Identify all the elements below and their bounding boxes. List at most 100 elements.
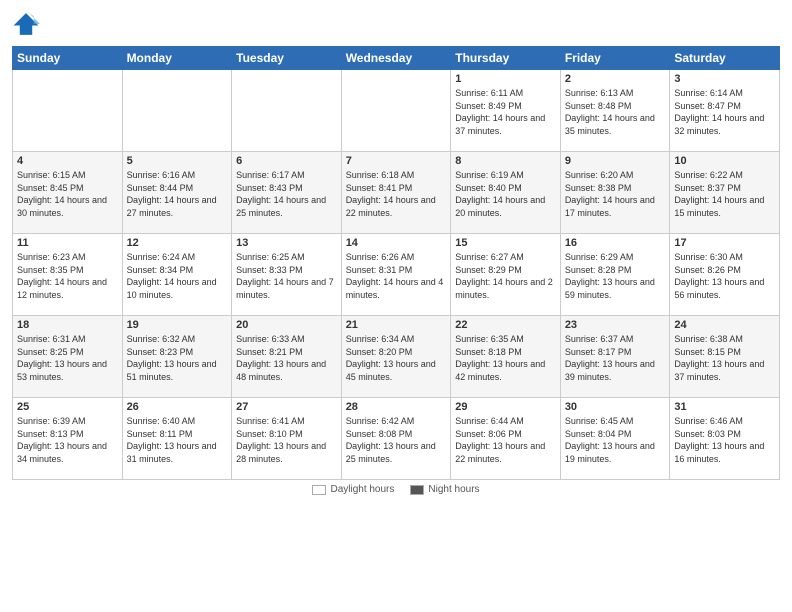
day-info: Sunrise: 6:22 AMSunset: 8:37 PMDaylight:…: [674, 169, 775, 219]
calendar-cell: 13 Sunrise: 6:25 AMSunset: 8:33 PMDayligh…: [232, 234, 342, 316]
calendar-row-2: 4Sunrise: 6:15 AMSunset: 8:45 PMDaylight…: [13, 152, 780, 234]
day-info: Sunrise: 6:29 AMSunset: 8:28 PMDaylight:…: [565, 251, 666, 301]
day-number: 9: [565, 155, 666, 167]
calendar-cell: 3 Sunrise: 6:14 AMSunset: 8:47 PMDaylight…: [670, 70, 780, 152]
calendar-cell: 27Sunrise: 6:41 AMSunset: 8:10 PMDayligh…: [232, 398, 342, 480]
day-number: 8: [455, 155, 556, 167]
calendar-body: 1 Sunrise: 6:11 AMSunset: 8:49 PMDaylight…: [13, 70, 780, 480]
day-number: 13: [236, 237, 337, 249]
day-info: Sunrise: 6:14 AMSunset: 8:47 PMDaylight:…: [674, 87, 775, 137]
calendar-cell: 26 Sunrise: 6:40 AMSunset: 8:11 PMDayligh…: [122, 398, 232, 480]
calendar-cell: 1 Sunrise: 6:11 AMSunset: 8:49 PMDaylight…: [451, 70, 561, 152]
calendar-cell: [232, 70, 342, 152]
day-info: Sunrise: 6:35 AMSunset: 8:18 PMDaylight:…: [455, 333, 556, 383]
day-number: 3: [674, 73, 775, 85]
calendar-cell: 18Sunrise: 6:31 AMSunset: 8:25 PMDayligh…: [13, 316, 123, 398]
day-number: 23: [565, 319, 666, 331]
legend-night: Night hours: [410, 484, 479, 495]
day-info: Sunrise: 6:27 AMSunset: 8:29 PMDaylight:…: [455, 251, 556, 301]
calendar-cell: 12Sunrise: 6:24 AMSunset: 8:34 PMDayligh…: [122, 234, 232, 316]
day-info: Sunrise: 6:11 AMSunset: 8:49 PMDaylight:…: [455, 87, 556, 137]
calendar-row-3: 11 Sunrise: 6:23 AMSunset: 8:35 PMDayligh…: [13, 234, 780, 316]
daylight-label: Daylight hours: [330, 484, 394, 495]
calendar-cell: 15 Sunrise: 6:27 AMSunset: 8:29 PMDayligh…: [451, 234, 561, 316]
calendar-cell: 11 Sunrise: 6:23 AMSunset: 8:35 PMDayligh…: [13, 234, 123, 316]
day-info: Sunrise: 6:32 AMSunset: 8:23 PMDaylight:…: [127, 333, 228, 383]
footer: Daylight hours Night hours: [12, 484, 780, 495]
calendar-cell: 9 Sunrise: 6:20 AMSunset: 8:38 PMDaylight…: [560, 152, 670, 234]
day-info: Sunrise: 6:34 AMSunset: 8:20 PMDaylight:…: [346, 333, 447, 383]
night-label: Night hours: [428, 484, 479, 495]
night-color-box: [410, 485, 424, 495]
day-number: 4: [17, 155, 118, 167]
day-info: Sunrise: 6:46 AMSunset: 8:03 PMDaylight:…: [674, 415, 775, 465]
day-number: 14: [346, 237, 447, 249]
day-info: Sunrise: 6:39 AMSunset: 8:13 PMDaylight:…: [17, 415, 118, 465]
day-info: Sunrise: 6:16 AMSunset: 8:44 PMDaylight:…: [127, 169, 228, 219]
day-number: 1: [455, 73, 556, 85]
calendar-row-4: 18Sunrise: 6:31 AMSunset: 8:25 PMDayligh…: [13, 316, 780, 398]
day-info: Sunrise: 6:26 AMSunset: 8:31 PMDaylight:…: [346, 251, 447, 301]
logo: [12, 10, 44, 38]
calendar-row-5: 25 Sunrise: 6:39 AMSunset: 8:13 PMDayligh…: [13, 398, 780, 480]
day-info: Sunrise: 6:42 AMSunset: 8:08 PMDaylight:…: [346, 415, 447, 465]
col-saturday: Saturday: [670, 47, 780, 70]
day-number: 7: [346, 155, 447, 167]
day-number: 12: [127, 237, 228, 249]
calendar-cell: [341, 70, 451, 152]
day-info: Sunrise: 6:25 AMSunset: 8:33 PMDaylight:…: [236, 251, 337, 301]
day-number: 15: [455, 237, 556, 249]
day-info: Sunrise: 6:17 AMSunset: 8:43 PMDaylight:…: [236, 169, 337, 219]
col-sunday: Sunday: [13, 47, 123, 70]
day-number: 25: [17, 401, 118, 413]
day-number: 6: [236, 155, 337, 167]
calendar-cell: 10 Sunrise: 6:22 AMSunset: 8:37 PMDayligh…: [670, 152, 780, 234]
calendar-cell: 16Sunrise: 6:29 AMSunset: 8:28 PMDayligh…: [560, 234, 670, 316]
calendar-cell: 29Sunrise: 6:44 AMSunset: 8:06 PMDayligh…: [451, 398, 561, 480]
calendar-cell: 25 Sunrise: 6:39 AMSunset: 8:13 PMDayligh…: [13, 398, 123, 480]
day-number: 20: [236, 319, 337, 331]
day-number: 11: [17, 237, 118, 249]
day-info: Sunrise: 6:20 AMSunset: 8:38 PMDaylight:…: [565, 169, 666, 219]
day-number: 22: [455, 319, 556, 331]
header-row: Sunday Monday Tuesday Wednesday Thursday…: [13, 47, 780, 70]
day-info: Sunrise: 6:18 AMSunset: 8:41 PMDaylight:…: [346, 169, 447, 219]
daylight-color-box: [312, 485, 326, 495]
day-number: 5: [127, 155, 228, 167]
day-number: 19: [127, 319, 228, 331]
calendar-cell: 22 Sunrise: 6:35 AMSunset: 8:18 PMDayligh…: [451, 316, 561, 398]
day-info: Sunrise: 6:40 AMSunset: 8:11 PMDaylight:…: [127, 415, 228, 465]
day-info: Sunrise: 6:19 AMSunset: 8:40 PMDaylight:…: [455, 169, 556, 219]
day-info: Sunrise: 6:37 AMSunset: 8:17 PMDaylight:…: [565, 333, 666, 383]
calendar-cell: 5 Sunrise: 6:16 AMSunset: 8:44 PMDaylight…: [122, 152, 232, 234]
day-number: 28: [346, 401, 447, 413]
page-header: [12, 10, 780, 38]
calendar-cell: 24 Sunrise: 6:38 AMSunset: 8:15 PMDayligh…: [670, 316, 780, 398]
day-info: Sunrise: 6:41 AMSunset: 8:10 PMDaylight:…: [236, 415, 337, 465]
calendar-cell: 28 Sunrise: 6:42 AMSunset: 8:08 PMDayligh…: [341, 398, 451, 480]
day-number: 24: [674, 319, 775, 331]
calendar-cell: 14 Sunrise: 6:26 AMSunset: 8:31 PMDayligh…: [341, 234, 451, 316]
calendar-cell: 21Sunrise: 6:34 AMSunset: 8:20 PMDayligh…: [341, 316, 451, 398]
day-number: 2: [565, 73, 666, 85]
calendar-cell: 23 Sunrise: 6:37 AMSunset: 8:17 PMDayligh…: [560, 316, 670, 398]
calendar-cell: 4Sunrise: 6:15 AMSunset: 8:45 PMDaylight…: [13, 152, 123, 234]
calendar-cell: [13, 70, 123, 152]
day-number: 26: [127, 401, 228, 413]
calendar-cell: 7 Sunrise: 6:18 AMSunset: 8:41 PMDaylight…: [341, 152, 451, 234]
day-info: Sunrise: 6:23 AMSunset: 8:35 PMDaylight:…: [17, 251, 118, 301]
col-friday: Friday: [560, 47, 670, 70]
day-info: Sunrise: 6:30 AMSunset: 8:26 PMDaylight:…: [674, 251, 775, 301]
day-info: Sunrise: 6:38 AMSunset: 8:15 PMDaylight:…: [674, 333, 775, 383]
day-number: 29: [455, 401, 556, 413]
calendar-header: Sunday Monday Tuesday Wednesday Thursday…: [13, 47, 780, 70]
day-number: 10: [674, 155, 775, 167]
calendar-cell: 6 Sunrise: 6:17 AMSunset: 8:43 PMDaylight…: [232, 152, 342, 234]
calendar-cell: 30Sunrise: 6:45 AMSunset: 8:04 PMDayligh…: [560, 398, 670, 480]
day-info: Sunrise: 6:13 AMSunset: 8:48 PMDaylight:…: [565, 87, 666, 137]
calendar-row-1: 1 Sunrise: 6:11 AMSunset: 8:49 PMDaylight…: [13, 70, 780, 152]
page-container: Sunday Monday Tuesday Wednesday Thursday…: [0, 0, 792, 612]
col-monday: Monday: [122, 47, 232, 70]
day-info: Sunrise: 6:31 AMSunset: 8:25 PMDaylight:…: [17, 333, 118, 383]
col-tuesday: Tuesday: [232, 47, 342, 70]
